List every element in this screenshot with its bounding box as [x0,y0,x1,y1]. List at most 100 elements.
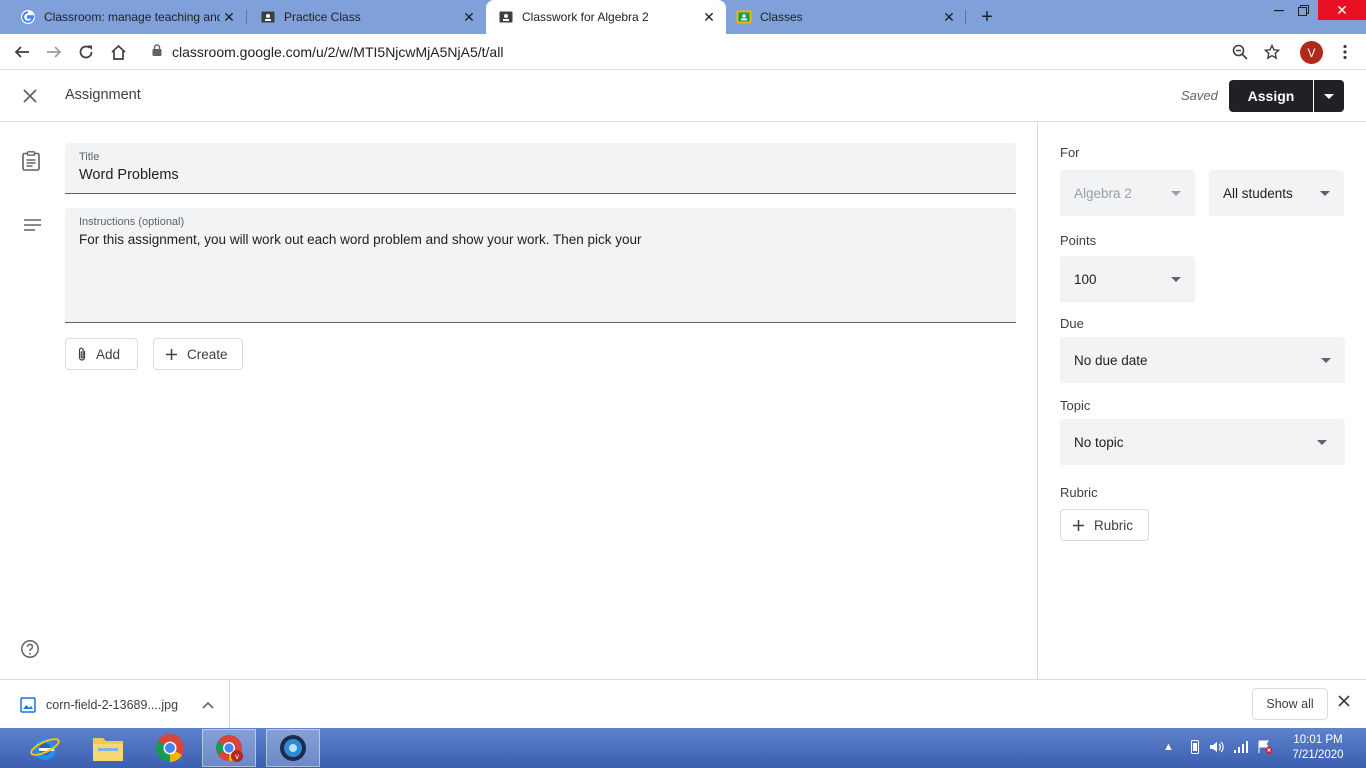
download-file-name: corn-field-2-13689....jpg [46,697,179,712]
clock-date: 7/21/2020 [1292,749,1344,761]
caret-down-icon [1324,93,1334,99]
create-button[interactable]: Create [153,338,243,370]
browser-toolbar: classroom.google.com/u/2/w/MTI5NjcwMjA5N… [0,34,1366,70]
back-icon[interactable] [10,40,34,64]
tab-title: Classwork for Algebra 2 [522,10,649,24]
file-explorer-icon[interactable] [81,729,135,767]
system-clock[interactable]: 10:01 PM 7/21/2020 [1283,733,1353,763]
tab-title: Classes [760,10,803,24]
due-value: No due date [1074,352,1148,368]
title-field[interactable]: Title Word Problems [65,143,1016,194]
assignment-clipboard-icon [22,151,40,171]
close-tab-icon[interactable]: ✕ [940,8,958,26]
due-label: Due [1060,316,1084,331]
plus-icon [1073,519,1084,531]
close-icon[interactable] [18,84,42,108]
dropdown-arrow-icon [1171,276,1181,282]
profile-avatar[interactable]: V [1300,41,1323,64]
students-value: All students [1223,185,1293,201]
close-tab-icon[interactable]: ✕ [700,8,718,26]
tab-title: Practice Class [284,10,361,24]
volume-icon[interactable] [1209,740,1225,757]
topic-select[interactable]: No topic [1060,419,1345,465]
paperclip-icon [78,347,86,361]
dropdown-arrow-icon [1321,357,1331,363]
internet-explorer-icon[interactable] [18,729,72,767]
forward-icon[interactable] [42,40,66,64]
classroom-icon [498,9,514,25]
instructions-label: Instructions (optional) [79,216,185,228]
assignment-settings-panel: For Algebra 2 All students Points 100 Du… [1037,122,1366,679]
chevron-up-icon[interactable] [202,701,214,709]
help-icon[interactable] [20,639,40,664]
title-label: Title [79,151,100,163]
add-attachment-button[interactable]: Add [65,338,138,370]
close-downloads-icon[interactable] [1338,694,1350,712]
close-tab-icon[interactable]: ✕ [220,8,238,26]
image-file-icon [20,696,36,713]
tab-divider [965,10,966,24]
media-app-icon[interactable] [266,729,320,767]
browser-tab-strip: Classroom: manage teaching and learning … [0,0,1366,34]
rubric-button[interactable]: Rubric [1060,509,1149,541]
url-text: classroom.google.com/u/2/w/MTI5NjcwMjA5N… [172,44,504,60]
plus-icon [166,348,177,360]
dropdown-arrow-icon [1320,190,1330,196]
class-select: Algebra 2 [1060,170,1195,216]
assign-options-button[interactable] [1314,80,1344,112]
topic-value: No topic [1074,434,1124,450]
action-center-flag-icon[interactable] [1257,740,1273,757]
windows-taskbar: v ▲ 10:01 PM 7/21/2020 [0,728,1366,768]
dropdown-arrow-icon [1317,439,1327,445]
tab-practice-class[interactable]: Practice Class ✕ [240,0,486,34]
reload-icon[interactable] [74,40,98,64]
students-select[interactable]: All students [1209,170,1344,216]
for-label: For [1060,145,1080,160]
address-bar[interactable]: classroom.google.com/u/2/w/MTI5NjcwMjA5N… [140,38,1290,66]
chrome-icon[interactable] [143,729,197,767]
home-icon[interactable] [106,40,130,64]
chrome-profile-icon[interactable]: v [202,729,256,767]
tab-classwork-algebra[interactable]: Classwork for Algebra 2 ✕ [486,0,726,34]
instructions-field[interactable]: Instructions (optional) For this assignm… [65,208,1016,323]
bookmark-star-icon[interactable] [1260,40,1284,64]
classroom-icon [260,9,276,25]
assignment-form: Title Word Problems Instructions (option… [0,122,1037,679]
assign-button[interactable]: Assign [1229,80,1313,112]
downloads-bar: corn-field-2-13689....jpg Show all [0,679,1366,729]
download-item[interactable]: corn-field-2-13689....jpg [0,680,230,729]
rubric-label: Rubric [1060,485,1098,500]
topic-label: Topic [1060,398,1091,413]
create-label: Create [187,346,228,362]
tab-classes[interactable]: Classes ✕ [726,0,966,34]
classroom-yellow-icon [736,9,752,25]
google-icon [20,9,36,25]
show-hidden-icons-icon[interactable]: ▲ [1163,741,1174,753]
svg-text:v: v [235,752,239,761]
page-title: Assignment [65,87,141,103]
tab-classroom-manage[interactable]: Classroom: manage teaching and learning … [0,0,246,34]
zoom-icon[interactable] [1228,40,1252,64]
window-close-button[interactable]: ✕ [1318,0,1366,20]
save-status: Saved [1181,88,1218,103]
class-value: Algebra 2 [1074,185,1132,201]
restore-button[interactable] [1288,0,1318,20]
title-input[interactable]: Word Problems [79,167,179,183]
points-select[interactable]: 100 [1060,256,1195,302]
points-label: Points [1060,233,1097,248]
device-icon[interactable] [1190,740,1200,757]
lock-icon [152,43,162,61]
rubric-button-label: Rubric [1094,517,1134,533]
due-date-select[interactable]: No due date [1060,337,1345,383]
clock-time: 10:01 PM [1293,734,1343,746]
add-label: Add [96,346,121,362]
browser-menu-icon[interactable] [1333,40,1357,64]
close-tab-icon[interactable]: ✕ [460,8,478,26]
instructions-lines-icon [24,219,41,231]
instructions-input[interactable]: For this assignment, you will work out e… [79,232,642,247]
new-tab-button[interactable]: + [975,5,999,29]
show-all-button[interactable]: Show all [1252,688,1328,720]
points-value: 100 [1074,271,1097,287]
network-signal-icon[interactable] [1233,740,1249,757]
dropdown-arrow-icon [1171,190,1181,196]
